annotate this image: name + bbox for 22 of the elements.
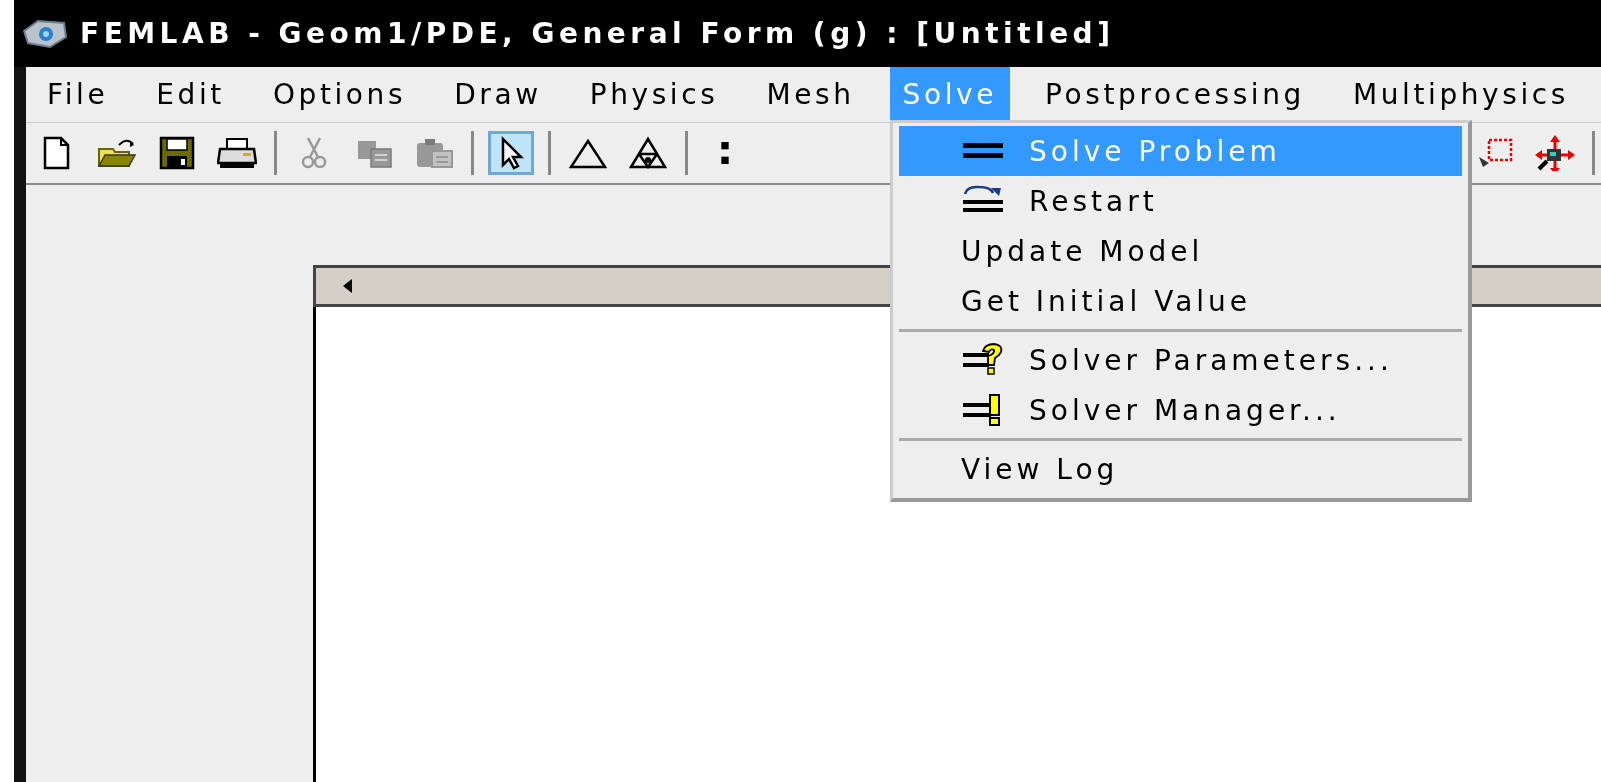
menu-item[interactable]: View Log <box>899 444 1462 494</box>
menu-item[interactable]: Restart <box>899 176 1462 226</box>
menu-item[interactable]: Mesh <box>753 67 868 122</box>
menu-item[interactable]: Edit <box>143 67 238 122</box>
menu-item[interactable]: File <box>34 67 122 122</box>
menu-item[interactable]: Solver Parameters... <box>899 335 1462 385</box>
window-title: FEMLAB - Geom1/PDE, General Form (g) : [Untitled] <box>80 17 1115 50</box>
menu-item[interactable]: Draw <box>441 67 555 122</box>
menu-item[interactable]: Postprocessing <box>1032 67 1318 122</box>
colon-icon <box>721 142 729 164</box>
menu-item[interactable]: Get Initial Value <box>899 276 1462 326</box>
menu-item[interactable]: Update Model <box>899 226 1462 276</box>
printer-icon <box>217 135 257 171</box>
question-mark-icon <box>961 343 1005 377</box>
save-icon <box>157 135 197 171</box>
meshed-triangle-icon <box>628 135 668 171</box>
menu-item[interactable]: Options <box>259 67 420 122</box>
menu-item[interactable]: Physics <box>576 67 732 122</box>
move-arrows-icon <box>1535 135 1575 171</box>
cursor-arrow-button[interactable] <box>488 131 534 175</box>
menu-item[interactable]: Solver Manager... <box>899 385 1462 435</box>
menu-item[interactable]: Multiphysics <box>1339 67 1583 122</box>
